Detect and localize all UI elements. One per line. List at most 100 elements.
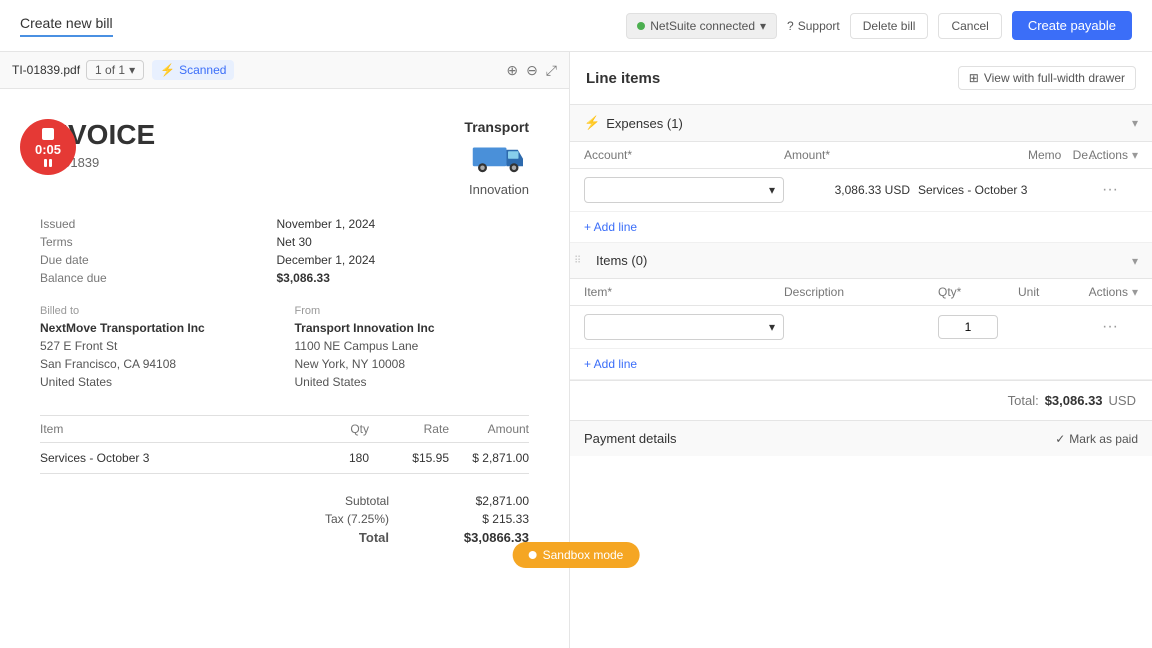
item-select[interactable]: ▾ (584, 314, 784, 340)
truck-icon (469, 135, 529, 175)
item-more-button[interactable]: ··· (1098, 315, 1122, 339)
expenses-actions-label: Actions (1089, 148, 1128, 162)
items-actions-btn[interactable]: Actions ▾ (1098, 285, 1138, 299)
col-rate-header: Rate (369, 422, 449, 436)
balance-due-label: Balance due (40, 271, 261, 285)
items-add-line-row: + Add line (570, 349, 1152, 380)
timer-pause-icon (44, 159, 52, 167)
items-desc-col: Description (784, 285, 938, 299)
bolt-icon: ⚡ (160, 63, 175, 77)
right-panel-header: Line items ⊞ View with full-width drawer (570, 52, 1152, 105)
payment-details-title: Payment details (584, 431, 677, 446)
invoice-content: 0:05 INVOICE #TI-01839 Transport (0, 89, 569, 648)
delete-bill-button[interactable]: Delete bill (850, 13, 929, 39)
col-qty-header: Qty (289, 422, 369, 436)
cancel-button[interactable]: Cancel (938, 13, 1001, 39)
netsuite-chevron-icon: ▾ (760, 19, 766, 33)
timer-widget[interactable]: 0:05 (20, 119, 76, 175)
subtotal-row: Subtotal $2,871.00 (289, 494, 529, 508)
drag-handle-icon: ⠿ (574, 255, 581, 266)
checkmark-icon: ✓ (1055, 432, 1065, 446)
expenses-bill-lines-header: Account* Amount* Memo De... Actions ▾ (570, 142, 1152, 169)
item-amount: $ 2,871.00 (449, 451, 529, 465)
pdf-name-badge: TI-01839.pdf 1 of 1 ▾ (12, 60, 144, 80)
support-button[interactable]: ? Support (787, 19, 840, 33)
due-date-label: Due date (40, 253, 261, 267)
expenses-actions-btn[interactable]: Actions ▾ (1098, 148, 1138, 162)
expenses-chevron-icon: ▾ (1132, 116, 1138, 130)
col-item-header: Item (40, 422, 289, 436)
payment-details-bar: Payment details ✓ Mark as paid (570, 420, 1152, 456)
items-chevron-icon: ▾ (1132, 254, 1138, 268)
company-logo-area: Transport Innovation (464, 119, 529, 197)
subtotal-label: Subtotal (289, 494, 389, 508)
table-row: Services - October 3 180 $15.95 $ 2,871.… (40, 443, 529, 473)
item-select-chevron-icon: ▾ (769, 320, 775, 334)
netsuite-connected-button[interactable]: NetSuite connected ▾ (626, 13, 777, 39)
expenses-bolt-icon: ⚡ (584, 115, 600, 131)
page-indicator[interactable]: 1 of 1 ▾ (86, 60, 144, 80)
expenses-account-col: Account* (584, 148, 784, 162)
company-name-bottom: Innovation (464, 182, 529, 197)
expand-icon[interactable]: ⤢ (546, 62, 557, 79)
support-icon: ? (787, 19, 794, 33)
billed-to-address: 527 E Front StSan Francisco, CA 94108Uni… (40, 337, 275, 391)
expense-more-button[interactable]: ··· (1098, 178, 1122, 202)
items-add-line-button[interactable]: + Add line (584, 357, 637, 371)
items-bill-line-row: ▾ ··· (570, 306, 1152, 349)
view-full-width-button[interactable]: ⊞ View with full-width drawer (958, 66, 1136, 90)
items-qty-col: Qty* (938, 285, 1018, 299)
invoice-header: INVOICE #TI-01839 Transport Innovation (40, 119, 529, 197)
invoice-items-table: Item Qty Rate Amount Services - October … (40, 415, 529, 474)
item-name: Services - October 3 (40, 451, 289, 465)
from-label: From (295, 305, 530, 317)
netsuite-status-dot (637, 22, 645, 30)
page-title: Create new bill (20, 15, 113, 37)
billing-row: Billed to NextMove Transportation Inc 52… (40, 305, 529, 391)
billed-to-company: NextMove Transportation Inc (40, 321, 275, 335)
zoom-out-icon[interactable]: ⊖ (526, 62, 538, 79)
timer-stop-icon (42, 128, 54, 140)
invoice-meta: Issued November 1, 2024 Terms Net 30 Due… (40, 217, 529, 285)
sandbox-dot-icon (529, 551, 537, 559)
items-actions-chevron-icon: ▾ (1132, 285, 1138, 299)
from-section: From Transport Innovation Inc 1100 NE Ca… (295, 305, 530, 391)
expenses-add-line-row: + Add line (570, 212, 1152, 243)
balance-due-value: $3,086.33 (277, 271, 530, 285)
pdf-filename: TI-01839.pdf (12, 63, 80, 77)
netsuite-label: NetSuite connected (650, 19, 755, 33)
top-bar: Create new bill NetSuite connected ▾ ? S… (0, 0, 1152, 52)
expense-amount: 3,086.33 USD (784, 183, 918, 197)
item-qty-input[interactable] (938, 315, 998, 339)
items-section-header[interactable]: ⠿ Items (0) ▾ (570, 243, 1152, 279)
tax-label: Tax (7.25%) (289, 512, 389, 526)
items-unit-col: Unit (1018, 285, 1098, 299)
expenses-memo-col: Memo (1028, 148, 1061, 162)
from-company: Transport Innovation Inc (295, 321, 530, 335)
account-select[interactable]: ▾ (584, 177, 784, 203)
zoom-in-icon[interactable]: ⊕ (506, 62, 518, 79)
line-items-title: Line items (586, 70, 660, 87)
due-date-value: December 1, 2024 (277, 253, 530, 267)
invoice-totals: Subtotal $2,871.00 Tax (7.25%) $ 215.33 … (40, 494, 529, 545)
expenses-section-header[interactable]: ⚡ Expenses (1) ▾ (570, 105, 1152, 142)
expense-memo: Services - October 3 (918, 183, 1098, 197)
items-table-header: Item Qty Rate Amount (40, 416, 529, 443)
right-panel-body: ⚡ Expenses (1) ▾ Account* Amount* Memo D… (570, 105, 1152, 648)
items-section-title: Items (0) (596, 253, 647, 268)
items-item-col: Item* (584, 285, 784, 299)
page-number: 1 of 1 (95, 63, 125, 77)
right-panel: Line items ⊞ View with full-width drawer… (570, 52, 1152, 648)
from-address: 1100 NE Campus LaneNew York, NY 10008Uni… (295, 337, 530, 391)
create-payable-button[interactable]: Create payable (1012, 11, 1132, 40)
billed-to-section: Billed to NextMove Transportation Inc 52… (40, 305, 275, 391)
mark-as-paid-button[interactable]: ✓ Mark as paid (1055, 432, 1138, 446)
expenses-add-line-button[interactable]: + Add line (584, 220, 637, 234)
expenses-actions: Memo De... (918, 148, 1098, 162)
company-name-top: Transport (464, 119, 529, 135)
total-footer-currency: USD (1109, 393, 1136, 408)
expenses-actions-chevron-icon: ▾ (1132, 148, 1138, 162)
expenses-bill-line-row: ▾ 3,086.33 USD Services - October 3 ··· (570, 169, 1152, 212)
sandbox-mode-label: Sandbox mode (543, 548, 624, 562)
item-rate: $15.95 (369, 451, 449, 465)
